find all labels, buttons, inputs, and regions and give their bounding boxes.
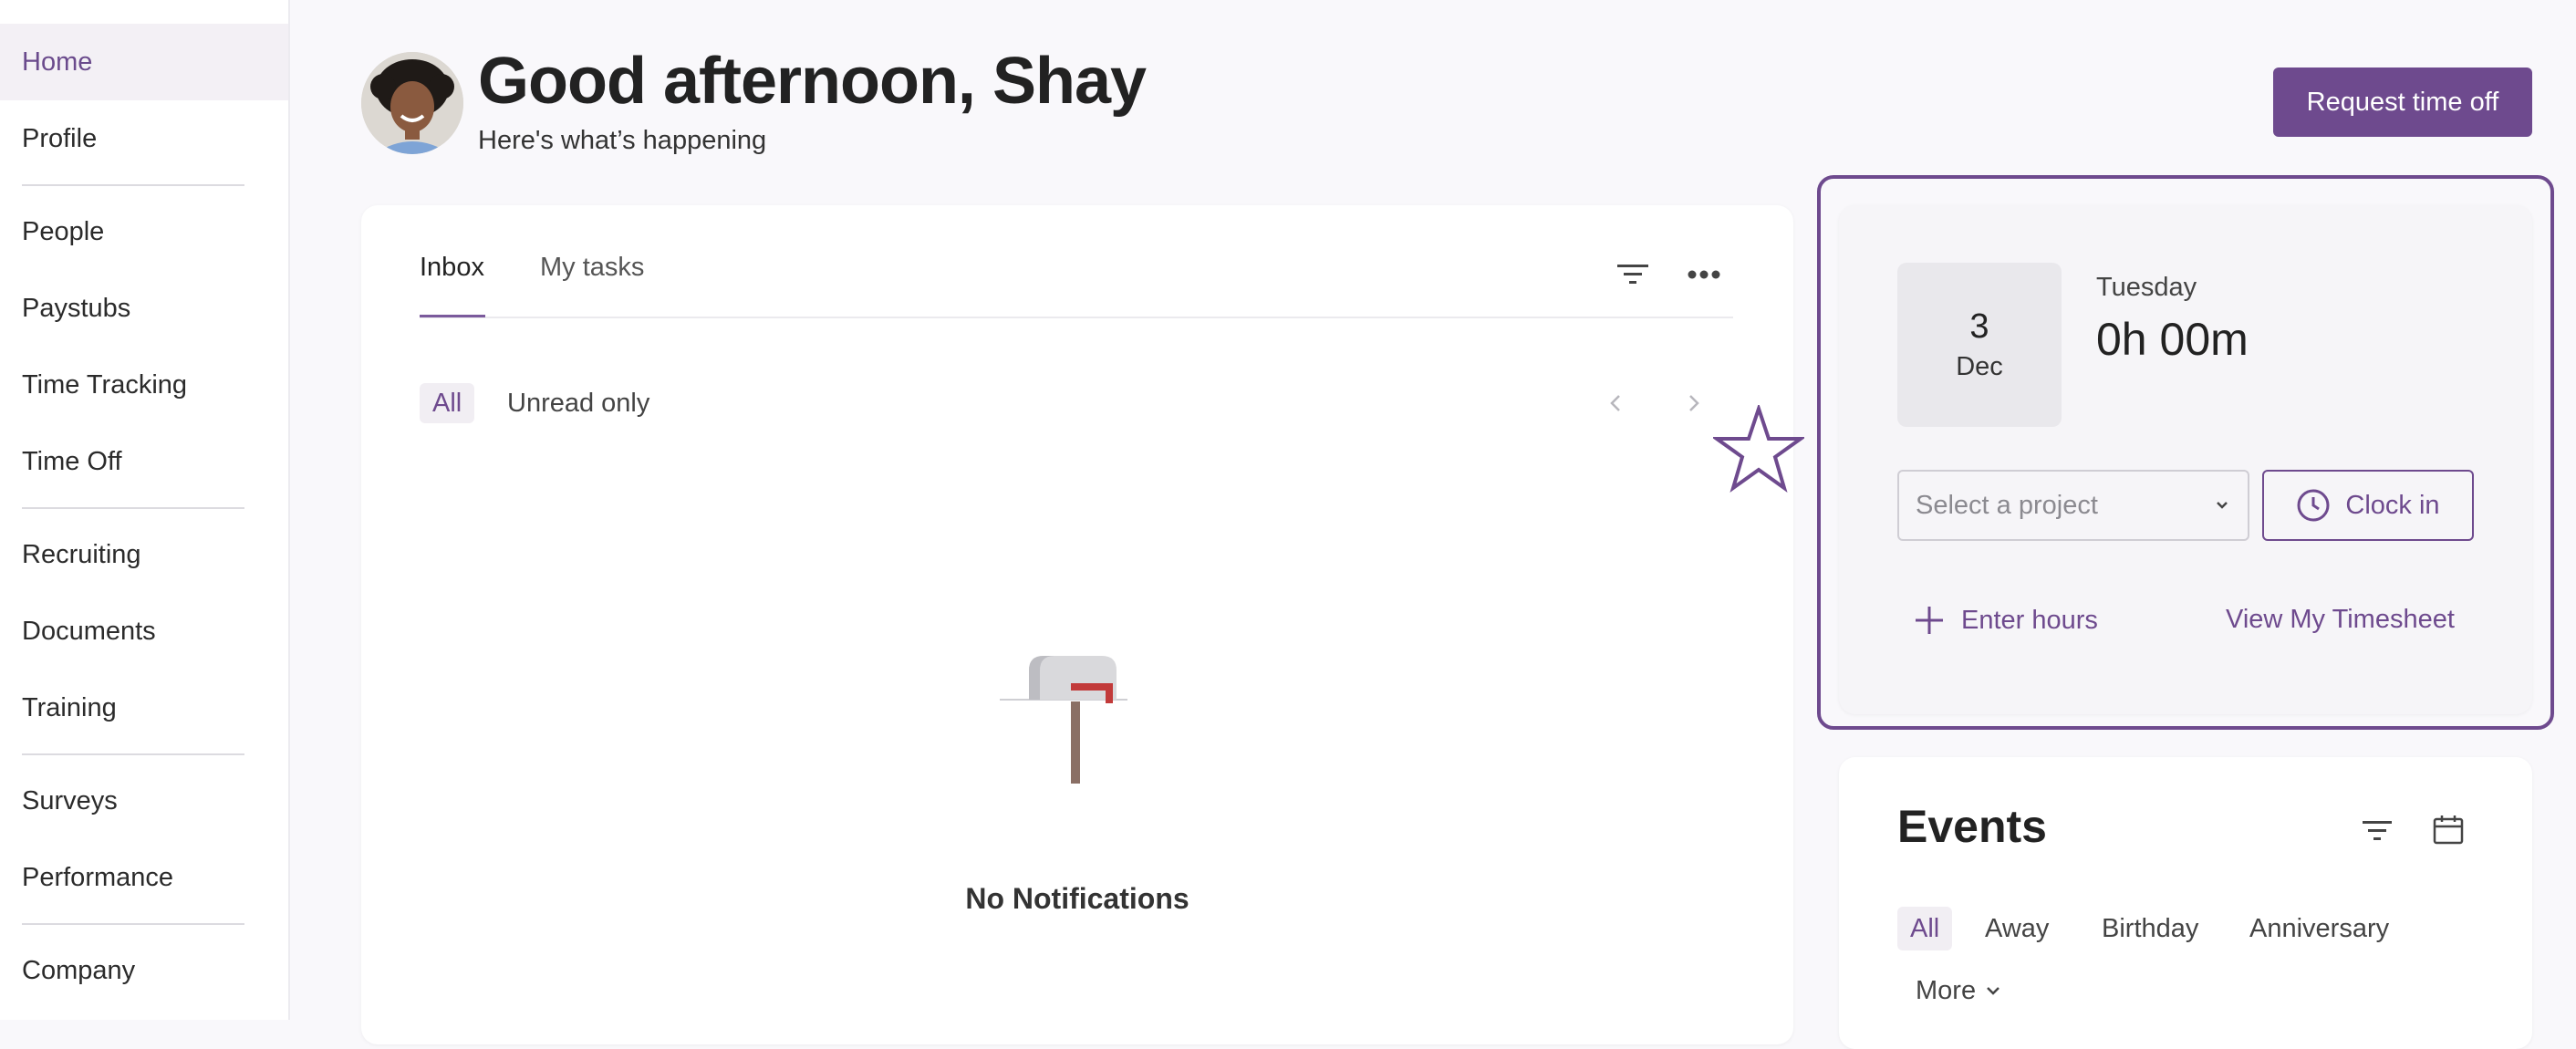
filter-chip-all[interactable]: All [420, 383, 475, 423]
page-title: Good afternoon, Shay [478, 45, 1147, 118]
filter-chip-unread[interactable]: Unread only [494, 383, 662, 423]
more-options-icon[interactable] [1686, 256, 1722, 293]
sidebar-item-time-off[interactable]: Time Off [0, 423, 288, 500]
events-filter-birthday[interactable]: Birthday [2089, 907, 2211, 950]
plus-icon [1916, 607, 1943, 634]
avatar-photo [361, 52, 463, 154]
tab-my-tasks[interactable]: My tasks [540, 253, 644, 283]
clock-in-label: Clock in [2345, 490, 2440, 520]
mailbox-illustration [1000, 656, 1127, 784]
chevron-down-icon [1987, 987, 2000, 995]
request-time-off-button[interactable]: Request time off [2273, 68, 2532, 137]
events-more-button[interactable]: More [1903, 969, 2016, 1013]
sidebar-item-performance[interactable]: Performance [0, 839, 288, 916]
sidebar-item-profile[interactable]: Profile [0, 100, 288, 177]
sidebar-item-documents[interactable]: Documents [0, 593, 288, 670]
sidebar: Home Profile People Paystubs Time Tracki… [0, 0, 290, 1020]
clock-icon [2297, 489, 2330, 522]
enter-hours-link[interactable]: Enter hours [1914, 605, 2098, 636]
tab-inbox[interactable]: Inbox [420, 253, 484, 283]
calendar-icon[interactable] [2428, 810, 2468, 850]
sidebar-item-company[interactable]: Company [0, 932, 288, 1009]
events-filter-icon[interactable] [2359, 812, 2395, 848]
empty-state-message: No Notifications [965, 882, 1189, 915]
events-filter-all[interactable]: All [1897, 907, 1953, 950]
clock-in-button[interactable]: Clock in [2262, 470, 2474, 541]
inbox-card: Inbox My tasks All Unread only No Notifi… [361, 205, 1793, 1044]
star-icon [1713, 405, 1804, 493]
events-title: Events [1897, 801, 2047, 852]
active-tab-indicator [420, 315, 485, 317]
sidebar-item-paystubs[interactable]: Paystubs [0, 270, 288, 347]
project-select-placeholder: Select a project [1916, 490, 2098, 520]
sidebar-divider [22, 507, 244, 509]
date-badge: 3 Dec [1897, 263, 2062, 427]
sidebar-item-home[interactable]: Home [0, 24, 288, 100]
tabs-divider [420, 317, 1733, 318]
sidebar-item-time-tracking[interactable]: Time Tracking [0, 347, 288, 423]
weekday-label: Tuesday [2096, 273, 2197, 302]
sidebar-divider [22, 923, 244, 925]
sidebar-item-surveys[interactable]: Surveys [0, 763, 288, 839]
sidebar-divider [22, 184, 244, 186]
events-filter-away[interactable]: Away [1972, 907, 2062, 950]
time-clock-card: 3 Dec Tuesday 0h 00m Select a project Cl… [1839, 205, 2532, 714]
date-month: Dec [1956, 352, 2003, 381]
view-timesheet-link[interactable]: View My Timesheet [2226, 605, 2455, 635]
sidebar-item-recruiting[interactable]: Recruiting [0, 516, 288, 593]
chevron-down-icon [2217, 502, 2228, 509]
sidebar-item-people[interactable]: People [0, 193, 288, 270]
events-more-label: More [1916, 975, 1977, 1005]
page-subtitle: Here's what’s happening [478, 126, 767, 155]
date-day: 3 [1969, 307, 1989, 346]
events-card: Events All Away Birthday Anniversary Mor… [1839, 757, 2532, 1049]
enter-hours-label: Enter hours [1961, 605, 2098, 635]
hours-worked: 0h 00m [2096, 314, 2249, 365]
next-page-icon[interactable] [1680, 387, 1708, 420]
avatar[interactable] [361, 52, 463, 154]
sidebar-divider [22, 753, 244, 755]
previous-page-icon[interactable] [1602, 387, 1629, 420]
sidebar-item-training[interactable]: Training [0, 670, 288, 746]
events-filter-anniversary[interactable]: Anniversary [2237, 907, 2402, 950]
project-select[interactable]: Select a project [1897, 470, 2249, 541]
filter-icon[interactable] [1615, 256, 1651, 293]
